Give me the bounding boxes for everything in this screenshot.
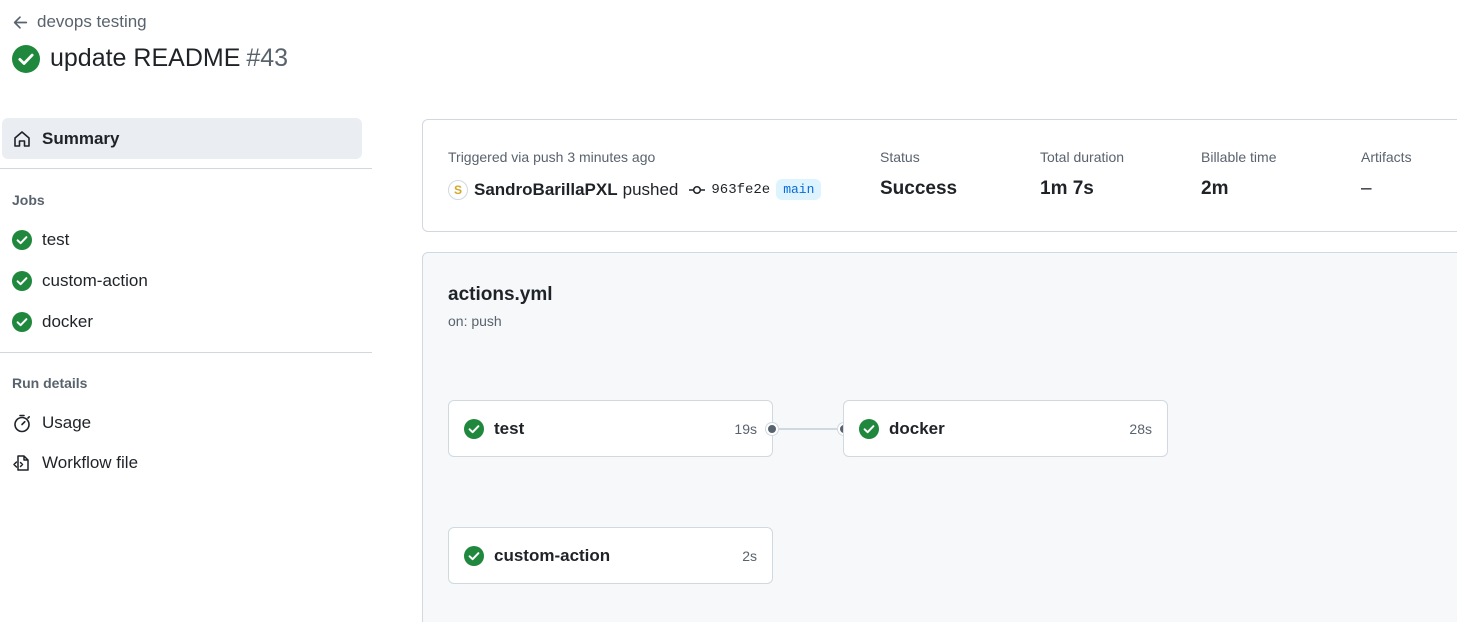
- arrow-left-icon: [13, 15, 28, 29]
- duration-value: 1m 7s: [1040, 178, 1094, 199]
- job-card-docker[interactable]: docker 28s: [843, 400, 1168, 457]
- sidebar-item-job-custom-action[interactable]: custom-action: [12, 271, 148, 291]
- success-check-icon: [12, 271, 32, 291]
- stopwatch-icon: [14, 414, 30, 433]
- run-title: update README: [50, 44, 241, 72]
- sidebar-item-label: docker: [42, 312, 94, 331]
- workflow-file-name: actions.yml: [448, 284, 553, 305]
- sidebar-item-workflow-file[interactable]: Workflow file: [12, 453, 138, 473]
- duration-label: Total duration: [1040, 149, 1125, 165]
- billable-value[interactable]: 2m: [1201, 178, 1276, 200]
- sidebar-item-job-docker[interactable]: docker: [12, 312, 93, 332]
- billable-stat: Billable time 2m: [1201, 149, 1276, 200]
- run-summary-card: Triggered via push 3 minutes ago S Sandr…: [422, 119, 1457, 232]
- home-icon: [14, 130, 30, 147]
- trigger-text: Triggered via push 3 minutes ago: [448, 149, 656, 165]
- sidebar-item-usage[interactable]: Usage: [12, 413, 91, 433]
- sidebar-item-summary[interactable]: Summary: [2, 118, 362, 159]
- job-duration: 19s: [734, 420, 757, 437]
- sidebar-item-job-test[interactable]: test: [12, 230, 69, 250]
- avatar[interactable]: S: [448, 179, 468, 200]
- commit-sha-link[interactable]: 963fe2e: [711, 182, 770, 198]
- success-check-icon: [464, 419, 484, 439]
- artifacts-label: Artifacts: [1361, 149, 1412, 165]
- connector-dot: [766, 423, 778, 435]
- action-text: pushed: [622, 179, 679, 199]
- actor-row: S SandroBarillaPXL pushed 963fe2e main: [448, 179, 822, 200]
- sidebar-item-label: Usage: [42, 413, 92, 432]
- sidebar-divider: [0, 352, 372, 353]
- job-duration: 2s: [742, 547, 757, 564]
- back-link-label: devops testing: [37, 12, 147, 31]
- artifacts-value: –: [1361, 178, 1372, 199]
- job-dependency-line: [773, 428, 843, 430]
- page-title: update README #43: [12, 44, 288, 73]
- run-details-heading: Run details: [12, 375, 88, 391]
- workflow-graph: actions.yml on: push test 19s docker 28s…: [422, 252, 1457, 622]
- sidebar-item-label: Workflow file: [42, 453, 139, 472]
- file-code-icon: [13, 455, 29, 471]
- job-card-custom-action[interactable]: custom-action 2s: [448, 527, 773, 584]
- workflow-trigger: on: push: [448, 313, 502, 329]
- artifacts-stat: Artifacts –: [1361, 149, 1412, 200]
- job-name: custom-action: [494, 545, 611, 565]
- success-check-icon: [859, 419, 879, 439]
- success-check-icon: [12, 230, 32, 250]
- run-number: #43: [246, 44, 289, 72]
- success-check-icon: [464, 546, 484, 566]
- job-name: docker: [889, 418, 945, 438]
- branch-badge[interactable]: main: [776, 179, 822, 200]
- actor-link[interactable]: SandroBarillaPXL: [474, 180, 618, 200]
- success-check-icon: [12, 45, 40, 73]
- jobs-heading: Jobs: [12, 192, 45, 208]
- status-value: Success: [880, 178, 958, 199]
- duration-stat: Total duration 1m 7s: [1040, 149, 1124, 200]
- sidebar-item-label: Summary: [42, 128, 120, 148]
- success-check-icon: [12, 312, 32, 332]
- git-commit-icon: [689, 185, 706, 194]
- status-label: Status: [880, 149, 920, 165]
- sidebar-divider: [0, 168, 372, 169]
- sidebar-item-label: test: [42, 230, 70, 249]
- job-duration: 28s: [1129, 420, 1152, 437]
- job-name: test: [494, 418, 525, 438]
- status-stat: Status Success: [880, 149, 957, 200]
- sidebar-item-label: custom-action: [42, 271, 148, 290]
- back-link[interactable]: devops testing: [12, 12, 147, 32]
- job-card-test[interactable]: test 19s: [448, 400, 773, 457]
- billable-label: Billable time: [1201, 149, 1277, 165]
